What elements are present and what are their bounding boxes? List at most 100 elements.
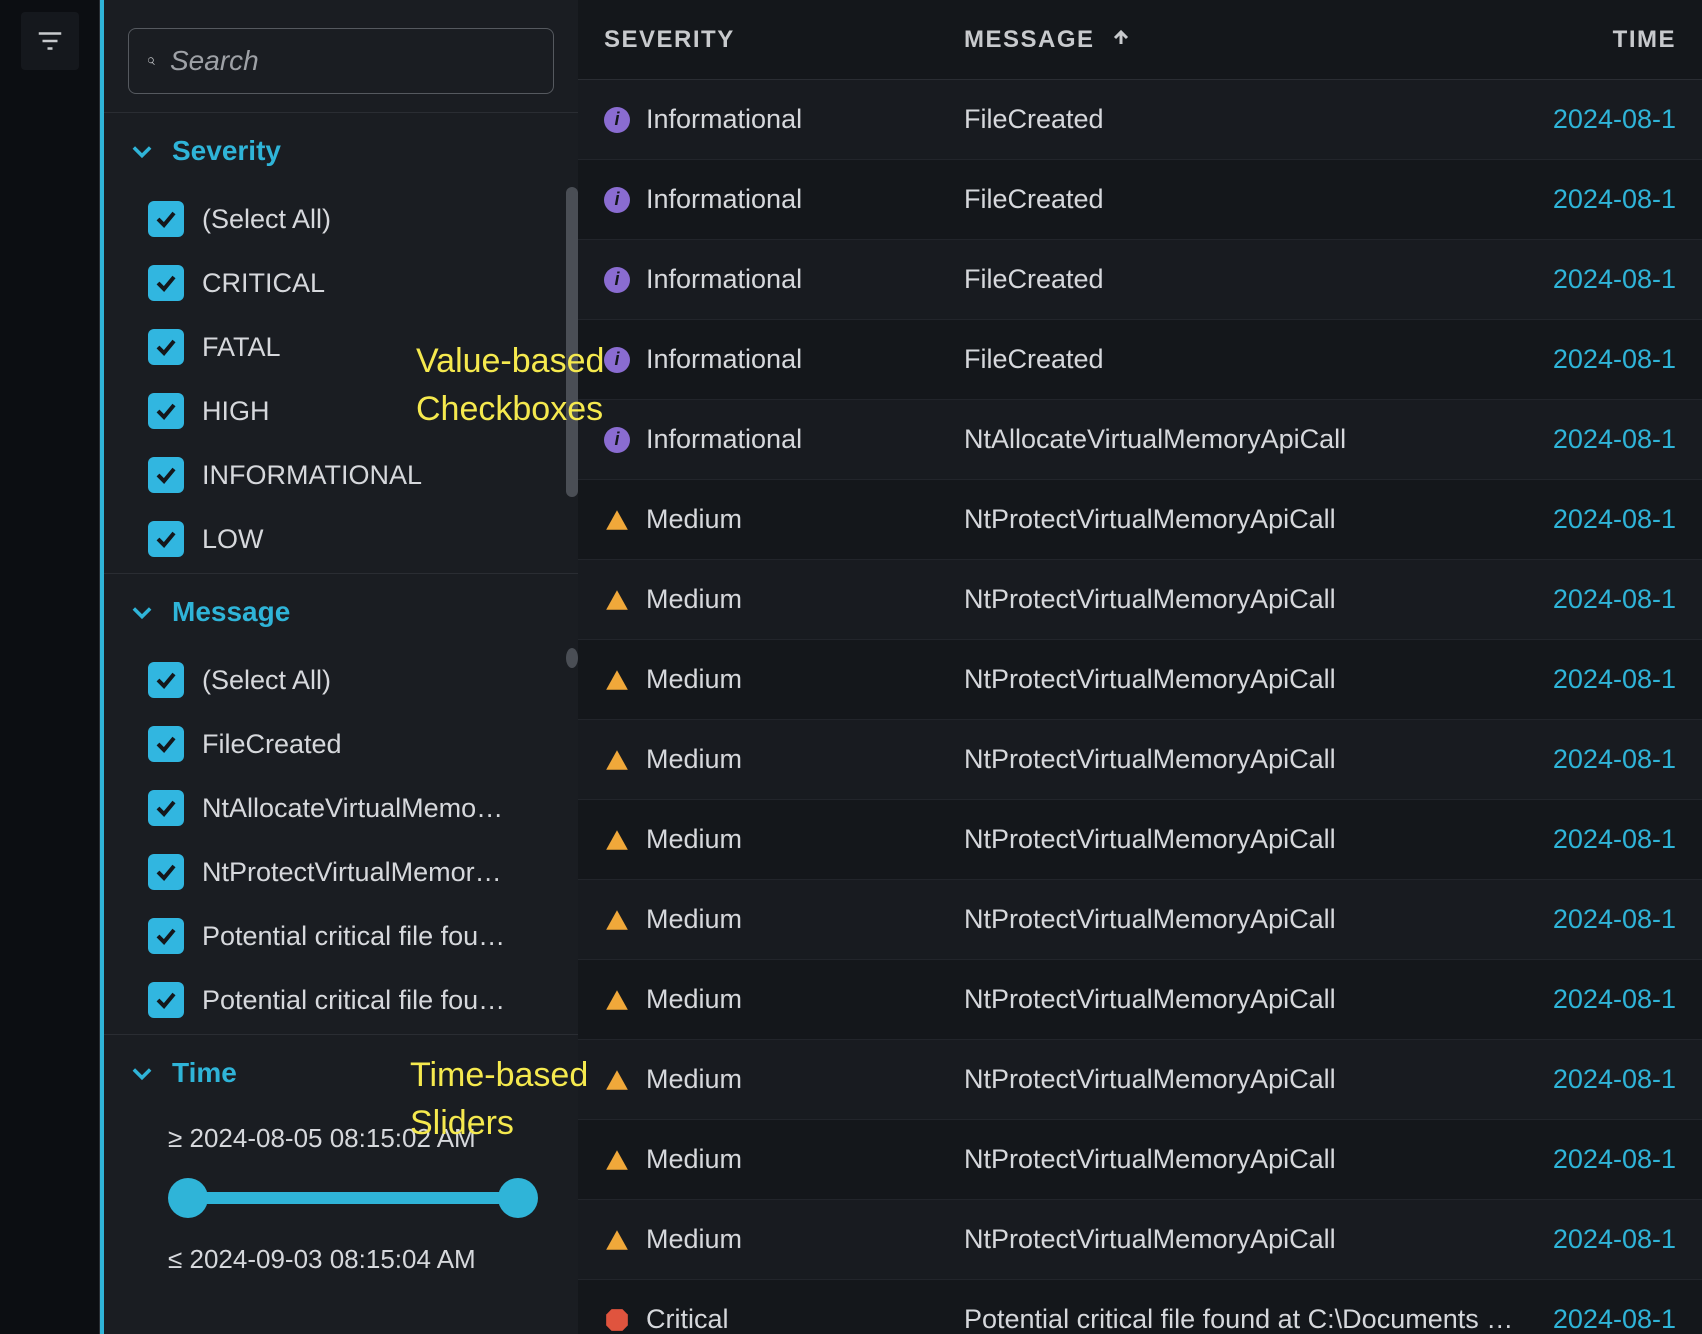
severity-scrollbar[interactable] bbox=[566, 187, 578, 567]
severity-cell: Medium bbox=[604, 984, 964, 1015]
severity-option[interactable]: LOW bbox=[148, 507, 568, 571]
severity-scrollbar-thumb[interactable] bbox=[566, 187, 578, 497]
search-field[interactable] bbox=[128, 28, 554, 94]
section-message-header[interactable]: Message bbox=[104, 574, 578, 642]
severity-cell: Medium bbox=[604, 1064, 964, 1095]
message-cell: FileCreated bbox=[964, 104, 1516, 135]
time-cell[interactable]: 2024-08-1 bbox=[1516, 344, 1676, 375]
severity-option[interactable]: FATAL bbox=[148, 315, 568, 379]
warning-icon bbox=[604, 747, 630, 773]
severity-label: Medium bbox=[646, 584, 742, 615]
severity-label: Medium bbox=[646, 1064, 742, 1095]
message-option[interactable]: NtProtectVirtualMemoryAp… bbox=[148, 840, 568, 904]
time-cell[interactable]: 2024-08-1 bbox=[1516, 1064, 1676, 1095]
severity-label: Medium bbox=[646, 824, 742, 855]
table-body: InformationalFileCreated2024-08-1Informa… bbox=[578, 80, 1702, 1334]
section-severity-header[interactable]: Severity bbox=[104, 113, 578, 181]
time-cell[interactable]: 2024-08-1 bbox=[1516, 904, 1676, 935]
table-row[interactable]: MediumNtProtectVirtualMemoryApiCall2024-… bbox=[578, 960, 1702, 1040]
checkbox-checked-icon bbox=[148, 329, 184, 365]
info-icon bbox=[604, 267, 630, 293]
message-option[interactable]: (Select All) bbox=[148, 648, 568, 712]
severity-option[interactable]: CRITICAL bbox=[148, 251, 568, 315]
severity-cell: Medium bbox=[604, 904, 964, 935]
time-cell[interactable]: 2024-08-1 bbox=[1516, 984, 1676, 1015]
severity-cell: Medium bbox=[604, 744, 964, 775]
table-row[interactable]: InformationalNtAllocateVirtualMemoryApiC… bbox=[578, 400, 1702, 480]
message-option[interactable]: FileCreated bbox=[148, 712, 568, 776]
time-cell[interactable]: 2024-08-1 bbox=[1516, 664, 1676, 695]
severity-option-label: INFORMATIONAL bbox=[202, 460, 422, 491]
warning-icon bbox=[604, 507, 630, 533]
table-row[interactable]: InformationalFileCreated2024-08-1 bbox=[578, 320, 1702, 400]
slider-handle-max[interactable] bbox=[498, 1178, 538, 1218]
severity-option[interactable]: HIGH bbox=[148, 379, 568, 443]
severity-label: Critical bbox=[646, 1304, 729, 1334]
time-cell[interactable]: 2024-08-1 bbox=[1516, 264, 1676, 295]
severity-option-label: CRITICAL bbox=[202, 268, 325, 299]
search-input[interactable] bbox=[170, 45, 535, 77]
message-cell: FileCreated bbox=[964, 344, 1516, 375]
time-cell[interactable]: 2024-08-1 bbox=[1516, 1304, 1676, 1334]
table-row[interactable]: MediumNtProtectVirtualMemoryApiCall2024-… bbox=[578, 1200, 1702, 1280]
time-cell[interactable]: 2024-08-1 bbox=[1516, 184, 1676, 215]
checkbox-checked-icon bbox=[148, 521, 184, 557]
message-cell: NtProtectVirtualMemoryApiCall bbox=[964, 1144, 1516, 1175]
column-header-time[interactable]: TIME bbox=[1516, 26, 1676, 54]
severity-cell: Critical bbox=[604, 1304, 964, 1334]
warning-icon bbox=[604, 1147, 630, 1173]
sort-ascending-icon bbox=[1109, 24, 1133, 55]
table-row[interactable]: CriticalPotential critical file found at… bbox=[578, 1280, 1702, 1334]
message-option[interactable]: NtAllocateVirtualMemoryA… bbox=[148, 776, 568, 840]
info-icon bbox=[604, 107, 630, 133]
time-cell[interactable]: 2024-08-1 bbox=[1516, 1144, 1676, 1175]
severity-cell: Medium bbox=[604, 584, 964, 615]
severity-label: Medium bbox=[646, 1144, 742, 1175]
chevron-down-icon bbox=[128, 1059, 156, 1087]
severity-cell: Medium bbox=[604, 664, 964, 695]
table-row[interactable]: MediumNtProtectVirtualMemoryApiCall2024-… bbox=[578, 560, 1702, 640]
message-option-label: NtProtectVirtualMemoryAp… bbox=[202, 857, 512, 888]
table-row[interactable]: InformationalFileCreated2024-08-1 bbox=[578, 240, 1702, 320]
message-scrollbar[interactable] bbox=[566, 648, 578, 1028]
warning-icon bbox=[604, 987, 630, 1013]
section-time-header[interactable]: Time bbox=[104, 1035, 578, 1103]
severity-cell: Informational bbox=[604, 104, 964, 135]
time-cell[interactable]: 2024-08-1 bbox=[1516, 824, 1676, 855]
slider-handle-min[interactable] bbox=[168, 1178, 208, 1218]
message-scrollbar-thumb[interactable] bbox=[566, 648, 578, 668]
severity-option[interactable]: (Select All) bbox=[148, 187, 568, 251]
time-slider-body: ≥ 2024-08-05 08:15:02 AM ≤ 2024-09-03 08… bbox=[104, 1103, 578, 1311]
severity-cell: Medium bbox=[604, 1224, 964, 1255]
column-header-severity[interactable]: SEVERITY bbox=[604, 26, 964, 54]
time-range-slider[interactable] bbox=[168, 1172, 538, 1224]
chevron-down-icon bbox=[128, 598, 156, 626]
time-cell[interactable]: 2024-08-1 bbox=[1516, 1224, 1676, 1255]
column-header-message[interactable]: MESSAGE bbox=[964, 24, 1516, 55]
time-cell[interactable]: 2024-08-1 bbox=[1516, 424, 1676, 455]
left-gutter bbox=[0, 0, 100, 1334]
warning-icon bbox=[604, 1067, 630, 1093]
severity-option[interactable]: INFORMATIONAL bbox=[148, 443, 568, 507]
table-row[interactable]: Medium NtProtectVirtualMemoryApiCall2024-… bbox=[578, 1120, 1702, 1200]
severity-cell: Informational bbox=[604, 344, 964, 375]
table-row[interactable]: MediumNtProtectVirtualMemoryApiCall2024-… bbox=[578, 1040, 1702, 1120]
severity-cell: Informational bbox=[604, 184, 964, 215]
message-option[interactable]: Potential critical file found at… bbox=[148, 968, 568, 1032]
filter-toggle-button[interactable] bbox=[21, 12, 79, 70]
info-icon bbox=[604, 347, 630, 373]
table-row[interactable]: MediumNtProtectVirtualMemoryApiCall2024-… bbox=[578, 880, 1702, 960]
table-row[interactable]: InformationalFileCreated2024-08-1 bbox=[578, 80, 1702, 160]
table-row[interactable]: MediumNtProtectVirtualMemoryApiCall2024-… bbox=[578, 800, 1702, 880]
table-row[interactable]: InformationalFileCreated2024-08-1 bbox=[578, 160, 1702, 240]
time-cell[interactable]: 2024-08-1 bbox=[1516, 504, 1676, 535]
table-row[interactable]: MediumNtProtectVirtualMemoryApiCall2024-… bbox=[578, 720, 1702, 800]
table-row[interactable]: MediumNtProtectVirtualMemoryApiCall2024-… bbox=[578, 480, 1702, 560]
table-row[interactable]: MediumNtProtectVirtualMemoryApiCall2024-… bbox=[578, 640, 1702, 720]
chevron-down-icon bbox=[128, 137, 156, 165]
time-cell[interactable]: 2024-08-1 bbox=[1516, 744, 1676, 775]
time-cell[interactable]: 2024-08-1 bbox=[1516, 584, 1676, 615]
time-cell[interactable]: 2024-08-1 bbox=[1516, 104, 1676, 135]
message-option[interactable]: Potential critical file found at… bbox=[148, 904, 568, 968]
section-time-title: Time bbox=[172, 1057, 237, 1089]
